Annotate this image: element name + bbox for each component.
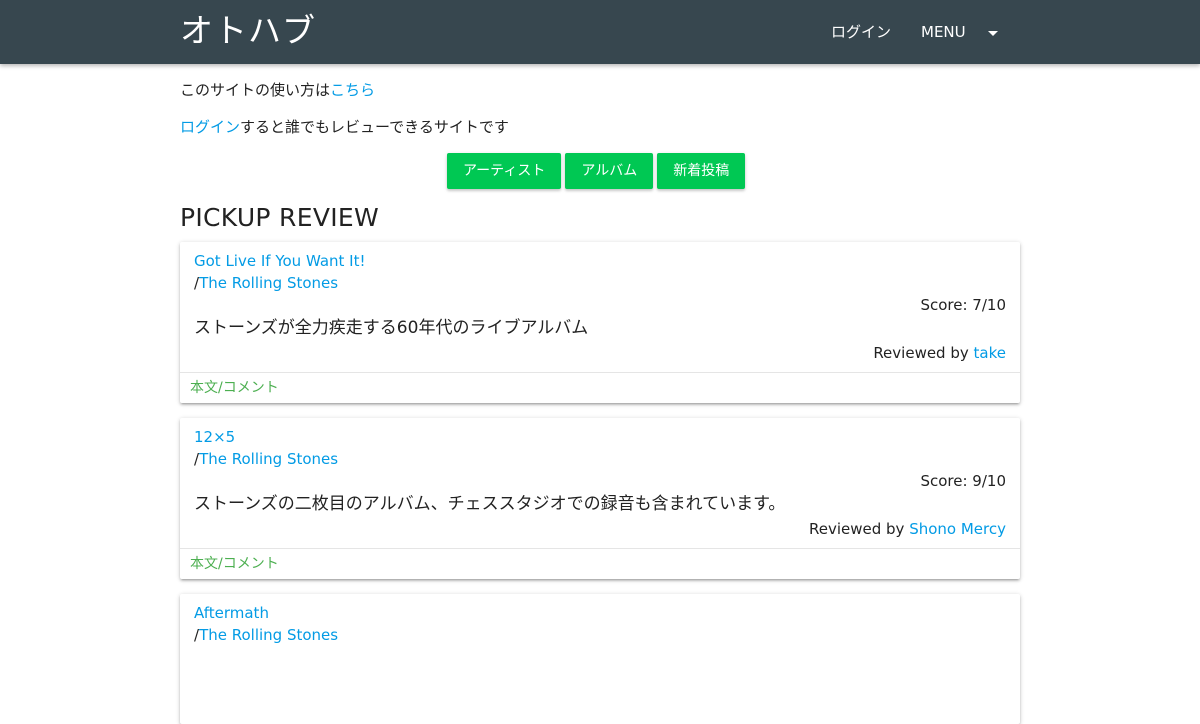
artist-link[interactable]: The Rolling Stones [199, 450, 338, 468]
intro-text-2: すると誰でもレビューできるサイトです [240, 118, 509, 136]
card-action-bar: 本文/コメント [180, 372, 1020, 403]
section-title: PICKUP REVIEW [180, 203, 380, 232]
review-card: Got Live If You Want It! /The Rolling St… [180, 242, 1020, 403]
artist-line: /The Rolling Stones [194, 448, 338, 470]
reviewed-by-label: Reviewed by [873, 344, 969, 362]
reviewer-line: Reviewed by Shono Mercy [809, 518, 1006, 540]
category-button-row: アーティスト アルバム 新着投稿 [447, 153, 746, 189]
how-to-use-link[interactable]: こちら [330, 81, 375, 99]
reviewed-by-label: Reviewed by [808, 520, 905, 538]
album-title-link[interactable]: Got Live If You Want It! [194, 250, 365, 272]
card-action-bar: 本文/コメント [180, 548, 1020, 579]
intro-text-1: このサイトの使い方は [180, 81, 331, 99]
review-card: 12×5 /The Rolling Stones Score: 9/10 ストー… [180, 418, 1020, 579]
album-title-link[interactable]: Aftermath [194, 602, 269, 624]
review-summary: ストーンズの二枚目のアルバム、チェススタジオでの録音も含まれています。 [194, 494, 786, 514]
artist-line: /The Rolling Stones [194, 272, 338, 294]
nav-menu-dropdown[interactable]: MENU [921, 22, 998, 42]
artist-link[interactable]: The Rolling Stones [199, 274, 338, 292]
top-navbar: オトハブ ログイン MENU [0, 0, 1200, 64]
artist-line: /The Rolling Stones [194, 624, 338, 646]
album-button[interactable]: アルバム [565, 153, 654, 189]
dropdown-arrow-icon [987, 30, 998, 36]
intro-login-note: ログインすると誰でもレビューできるサイトです [180, 117, 509, 137]
new-posts-button[interactable]: 新着投稿 [657, 153, 746, 189]
review-card: Aftermath /The Rolling Stones [180, 594, 1020, 724]
nav-menu-label: MENU [921, 23, 966, 41]
artist-link[interactable]: The Rolling Stones [199, 626, 338, 644]
review-score: Score: 9/10 [920, 472, 1006, 490]
reviewer-link[interactable]: Shono Mercy [909, 520, 1006, 538]
body-comment-link[interactable]: 本文/コメント [190, 554, 279, 574]
artist-button[interactable]: アーティスト [447, 153, 562, 189]
album-title-link[interactable]: 12×5 [194, 426, 235, 448]
intro-how-to-use: このサイトの使い方はこちら [180, 80, 375, 100]
reviewer-link[interactable]: take [974, 344, 1006, 362]
review-score: Score: 7/10 [920, 296, 1006, 314]
nav-login-link[interactable]: ログイン [831, 22, 891, 42]
body-comment-link[interactable]: 本文/コメント [190, 378, 279, 398]
review-summary: ストーンズが全力疾走する60年代のライブアルバム [194, 318, 589, 338]
intro-login-link[interactable]: ログイン [180, 118, 240, 136]
site-logo[interactable]: オトハブ [180, 9, 316, 53]
reviewer-line: Reviewed by take [873, 342, 1006, 364]
